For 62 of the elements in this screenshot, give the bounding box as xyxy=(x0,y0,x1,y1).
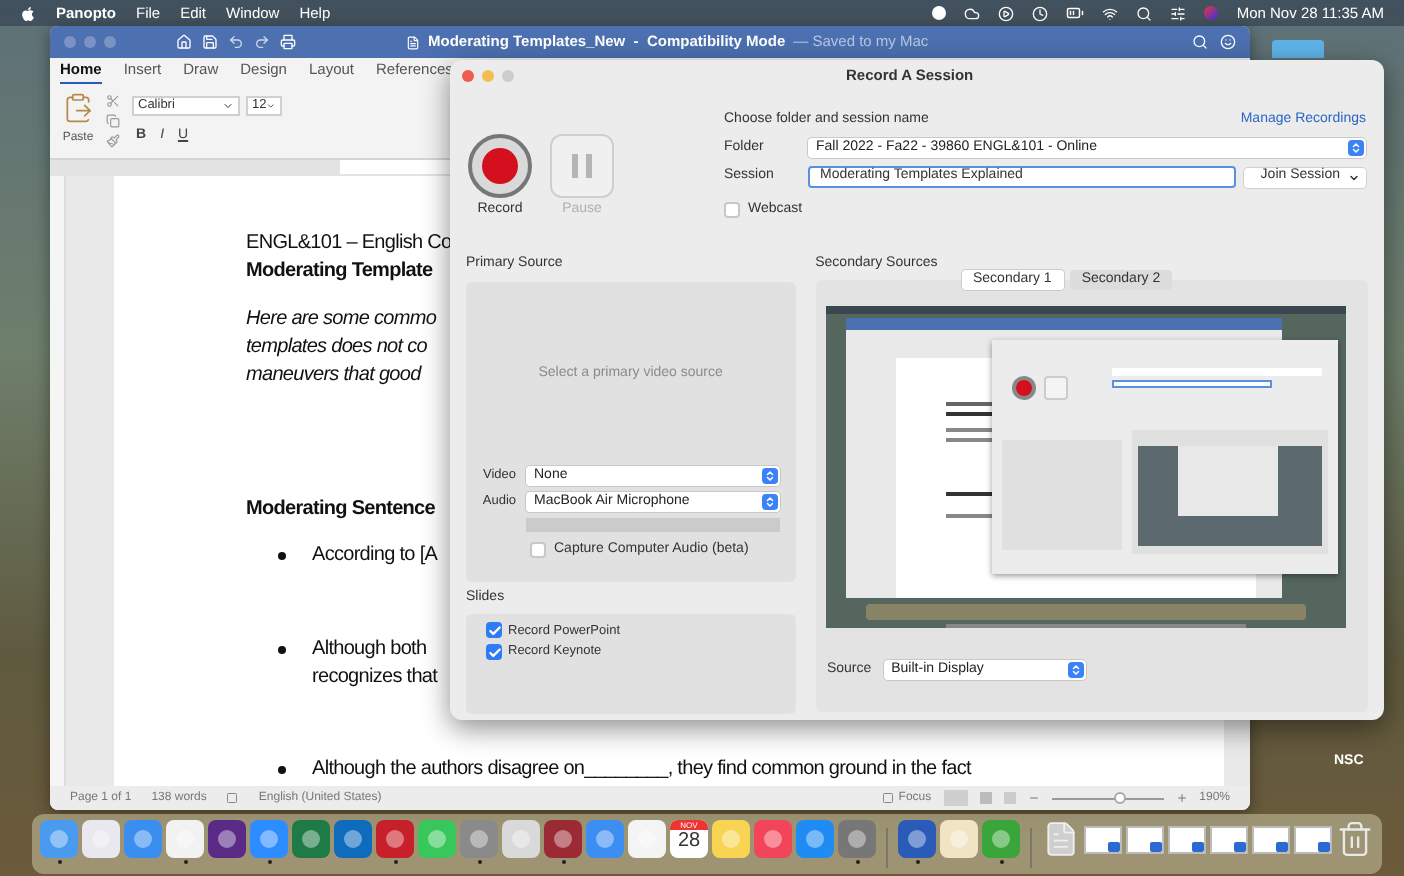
checkbox[interactable] xyxy=(724,202,740,219)
bullet-text: recognizes that xyxy=(312,664,438,692)
stepper-icon xyxy=(1348,139,1364,156)
intro-text: maneuvers that good xyxy=(246,362,421,390)
focus-icon[interactable] xyxy=(882,792,895,804)
search-icon[interactable] xyxy=(1136,5,1153,21)
stepper-icon xyxy=(761,494,778,510)
stepper-icon xyxy=(1067,662,1084,679)
smiley-icon[interactable] xyxy=(1220,34,1236,50)
document-icon[interactable] xyxy=(1042,820,1080,858)
trash-icon[interactable] xyxy=(1336,820,1374,858)
checkbox[interactable] xyxy=(486,622,502,639)
scissors-icon[interactable] xyxy=(106,94,120,108)
section-heading: Moderating Sentence xyxy=(246,496,435,524)
dropdown-caret-icon xyxy=(222,100,234,112)
intro-text: Here are some commo xyxy=(246,306,437,334)
document-heading: Moderating Template xyxy=(246,258,433,286)
play-icon[interactable] xyxy=(998,5,1015,21)
paste-icon[interactable] xyxy=(62,92,94,124)
zoom-out-icon[interactable] xyxy=(1027,792,1040,804)
document-icon xyxy=(406,35,420,49)
minimize-button[interactable] xyxy=(482,70,494,82)
print-icon[interactable] xyxy=(280,34,296,50)
home-icon[interactable] xyxy=(176,34,192,50)
save-icon[interactable] xyxy=(202,34,218,50)
apple-menu-icon[interactable] xyxy=(20,5,36,21)
clock-icon[interactable] xyxy=(1032,5,1049,21)
proofing-icon[interactable] xyxy=(226,792,239,804)
wifi-icon[interactable] xyxy=(1102,5,1119,21)
checkbox[interactable] xyxy=(530,542,546,559)
window-thumbnail[interactable] xyxy=(1126,826,1164,854)
stepper-icon xyxy=(761,468,778,484)
cloud-icon[interactable] xyxy=(964,5,981,21)
bullet-icon xyxy=(278,766,286,774)
record-button[interactable] xyxy=(468,134,532,198)
brush-icon[interactable] xyxy=(106,134,120,148)
checkbox[interactable] xyxy=(486,644,502,661)
redo-icon[interactable] xyxy=(254,34,270,50)
window-thumbnail[interactable] xyxy=(1294,826,1332,854)
bullet-text: According to [A xyxy=(312,542,438,570)
intro-text: templates does not co xyxy=(246,334,427,362)
dropdown-caret-icon xyxy=(1348,171,1360,183)
control-center-icon[interactable] xyxy=(1170,5,1187,21)
battery-icon[interactable] xyxy=(1066,4,1085,22)
window-thumbnail[interactable] xyxy=(1168,826,1206,854)
window-thumbnail[interactable] xyxy=(1210,826,1248,854)
bullet-text: Although the authors disagree on________, they find common ground in the fact xyxy=(312,756,971,784)
window-thumbnail[interactable] xyxy=(1084,826,1122,854)
bullet-text: Although both xyxy=(312,636,427,664)
bullet-icon xyxy=(278,552,286,560)
close-button[interactable] xyxy=(462,70,474,82)
bullet-icon xyxy=(278,646,286,654)
zoom-slider-thumb[interactable] xyxy=(1114,792,1127,804)
copy-icon[interactable] xyxy=(106,114,120,128)
zoom-in-icon[interactable] xyxy=(1175,792,1188,804)
zoom-button[interactable] xyxy=(502,70,514,82)
window-thumbnail[interactable] xyxy=(1252,826,1290,854)
dropdown-caret-icon xyxy=(266,100,276,112)
undo-icon[interactable] xyxy=(228,34,244,50)
search-icon[interactable] xyxy=(1192,34,1208,50)
view-icon[interactable] xyxy=(943,790,968,806)
siri-icon[interactable] xyxy=(1204,6,1219,20)
